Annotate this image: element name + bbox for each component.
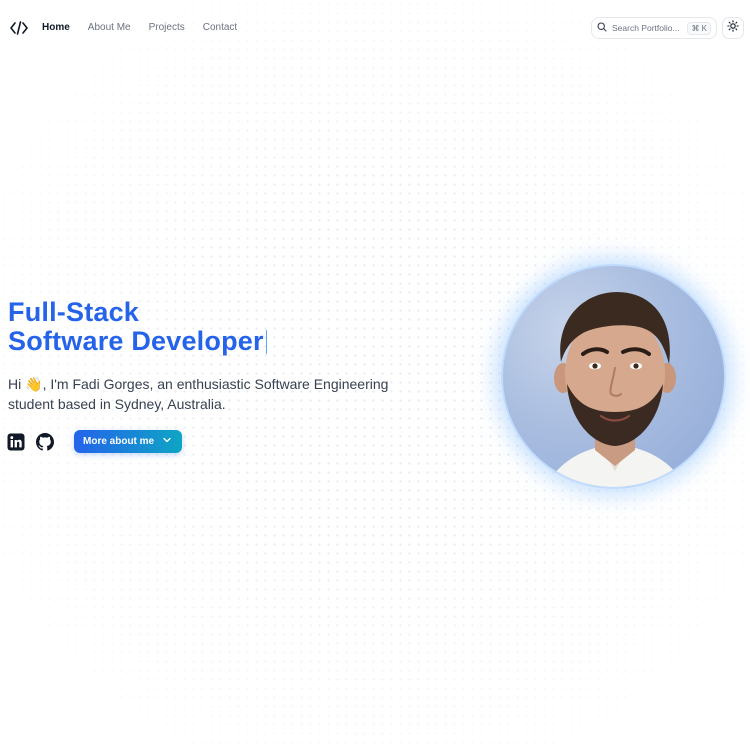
search-shortcut-badge: ⌘ K	[687, 21, 711, 35]
top-navbar: Home About Me Projects Contact Search Po…	[0, 0, 750, 58]
nav-links: Home About Me Projects Contact	[42, 22, 237, 33]
nav-link-home[interactable]: Home	[42, 22, 70, 33]
chevron-down-icon	[162, 435, 172, 448]
linkedin-icon[interactable]	[7, 433, 25, 451]
sun-icon	[727, 19, 739, 37]
nav-link-contact[interactable]: Contact	[203, 22, 237, 33]
code-icon[interactable]	[10, 19, 28, 37]
nav-link-projects[interactable]: Projects	[149, 22, 185, 33]
more-about-me-button[interactable]: More about me	[74, 430, 183, 453]
hero-title-line2: Software Developer	[8, 326, 264, 356]
search-icon	[597, 19, 607, 37]
hero-intro: Hi 👋, I'm Fadi Gorges, an enthusiastic S…	[8, 374, 428, 414]
intro-text: , I'm Fadi Gorges, an enthusiastic Softw…	[8, 376, 389, 412]
github-icon[interactable]	[36, 432, 54, 451]
more-about-me-label: More about me	[83, 436, 155, 447]
search-placeholder: Search Portfolio...	[612, 23, 680, 33]
hero-title-line1: Full-Stack	[8, 297, 140, 327]
profile-photo	[501, 264, 726, 489]
typing-caret	[265, 329, 268, 354]
theme-toggle-button[interactable]	[722, 17, 744, 39]
hero-actions: More about me	[7, 430, 183, 453]
intro-greeting: Hi	[8, 376, 26, 392]
wave-icon: 👋	[25, 376, 43, 392]
profile-photo-illustration	[545, 292, 686, 487]
nav-link-about-me[interactable]: About Me	[88, 22, 131, 33]
search-portfolio-button[interactable]: Search Portfolio... ⌘ K	[591, 17, 717, 39]
hero-title: Full-Stack Software Developer	[8, 297, 268, 356]
